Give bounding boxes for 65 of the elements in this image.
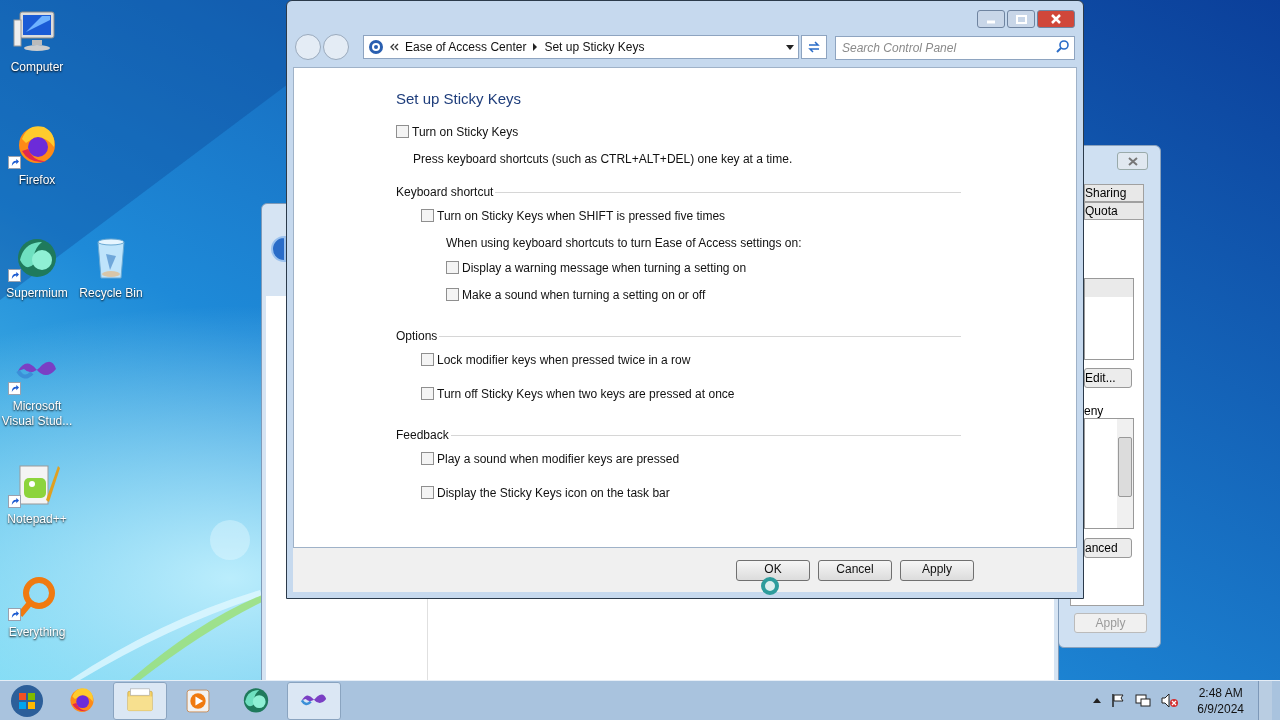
refresh-button[interactable] [801, 35, 827, 59]
option-label[interactable]: Display a warning message when turning a setting on [462, 258, 747, 277]
option-label[interactable]: Play a sound when modifier keys are pressed [437, 449, 680, 468]
refresh-icon[interactable] [807, 41, 821, 53]
close-icon[interactable] [1127, 156, 1138, 166]
option-label[interactable]: Turn on Sticky Keys when SHIFT is pressed five times [437, 206, 726, 225]
checkbox[interactable] [396, 125, 409, 138]
clock-time[interactable]: 2:48 AM [1198, 684, 1243, 701]
desktop-icon-label[interactable]: Computer [10, 60, 64, 75]
address-bar[interactable]: Ease of Access Center Set up Sticky Keys [363, 35, 799, 59]
option-label[interactable]: Turn off Sticky Keys when two keys are pressed at once [437, 384, 735, 403]
breadcrumb-arrow-icon[interactable] [532, 43, 539, 51]
taskbar-button[interactable] [287, 681, 341, 720]
list-box[interactable] [1084, 278, 1134, 360]
checkbox[interactable] [421, 387, 434, 400]
dialog-button[interactable]: OK [736, 559, 810, 581]
tab[interactable]: Sharing [1084, 184, 1144, 202]
maximize-button[interactable] [1007, 10, 1035, 28]
checkbox[interactable] [421, 209, 434, 222]
busy-cursor-icon [761, 577, 779, 595]
page-heading: Set up Sticky Keys [396, 89, 523, 109]
chevron-icon[interactable] [390, 43, 399, 51]
checkbox[interactable] [421, 353, 434, 366]
option-label[interactable]: Turn on Sticky Keys [412, 122, 519, 141]
breadcrumb-item[interactable]: Set up Sticky Keys [544, 38, 645, 56]
list-box[interactable] [1084, 418, 1134, 529]
back-button[interactable] [295, 34, 321, 60]
muted-speaker-icon[interactable] [1161, 693, 1180, 708]
forward-button[interactable] [323, 34, 349, 60]
taskbar-button[interactable] [113, 681, 167, 720]
checkbox[interactable] [446, 288, 459, 301]
section-title: Feedback [396, 426, 449, 444]
clock-date[interactable]: 6/9/2024 [1197, 700, 1244, 717]
network-icon[interactable] [1135, 693, 1152, 708]
option-label[interactable]: Display the Sticky Keys icon on the task bar [437, 483, 670, 502]
scrollbar[interactable] [1117, 419, 1133, 528]
search-icon[interactable] [1056, 40, 1069, 53]
minimize-button[interactable] [977, 10, 1005, 28]
breadcrumb-item[interactable]: Ease of Access Center [405, 38, 527, 56]
show-hidden-icons-arrow[interactable] [1093, 698, 1102, 703]
scroll-thumb[interactable] [1118, 437, 1132, 497]
section-title: Options [396, 327, 438, 345]
control-panel-icon [368, 39, 384, 55]
close-button[interactable] [1037, 10, 1075, 28]
description-text: When using keyboard shortcuts to turn Ease of Access settings on: [446, 234, 803, 252]
option-label[interactable]: Make a sound when turning a setting on or off [462, 285, 706, 304]
checkbox[interactable] [446, 261, 459, 274]
option-label[interactable]: Lock modifier keys when pressed twice in a row [437, 350, 691, 369]
dropdown-arrow-icon[interactable] [786, 44, 794, 50]
search-field[interactable]: Search Control Panel [835, 36, 1075, 60]
advanced-button[interactable]: anced [1084, 538, 1132, 558]
close-button[interactable] [1117, 152, 1148, 170]
checkbox[interactable] [421, 452, 434, 465]
flag-icon[interactable] [1111, 693, 1126, 708]
column-label: eny [1084, 403, 1104, 420]
show-desktop-button[interactable] [1258, 680, 1272, 720]
tab[interactable]: Quota [1084, 202, 1144, 220]
edit-button[interactable]: Edit... [1084, 368, 1132, 388]
dialog-button[interactable]: Apply [900, 559, 974, 581]
section-title: Keyboard shortcut [396, 183, 494, 201]
dialog-button[interactable]: Cancel [818, 559, 892, 581]
checkbox[interactable] [421, 486, 434, 499]
desktop-icon-label[interactable]: Recycle Bin [79, 286, 143, 301]
description-text: Press keyboard shortcuts (such as CTRL+ALT+DEL) one key at a time. [413, 150, 794, 168]
desktop-icon-label[interactable]: Firefox [18, 173, 56, 188]
